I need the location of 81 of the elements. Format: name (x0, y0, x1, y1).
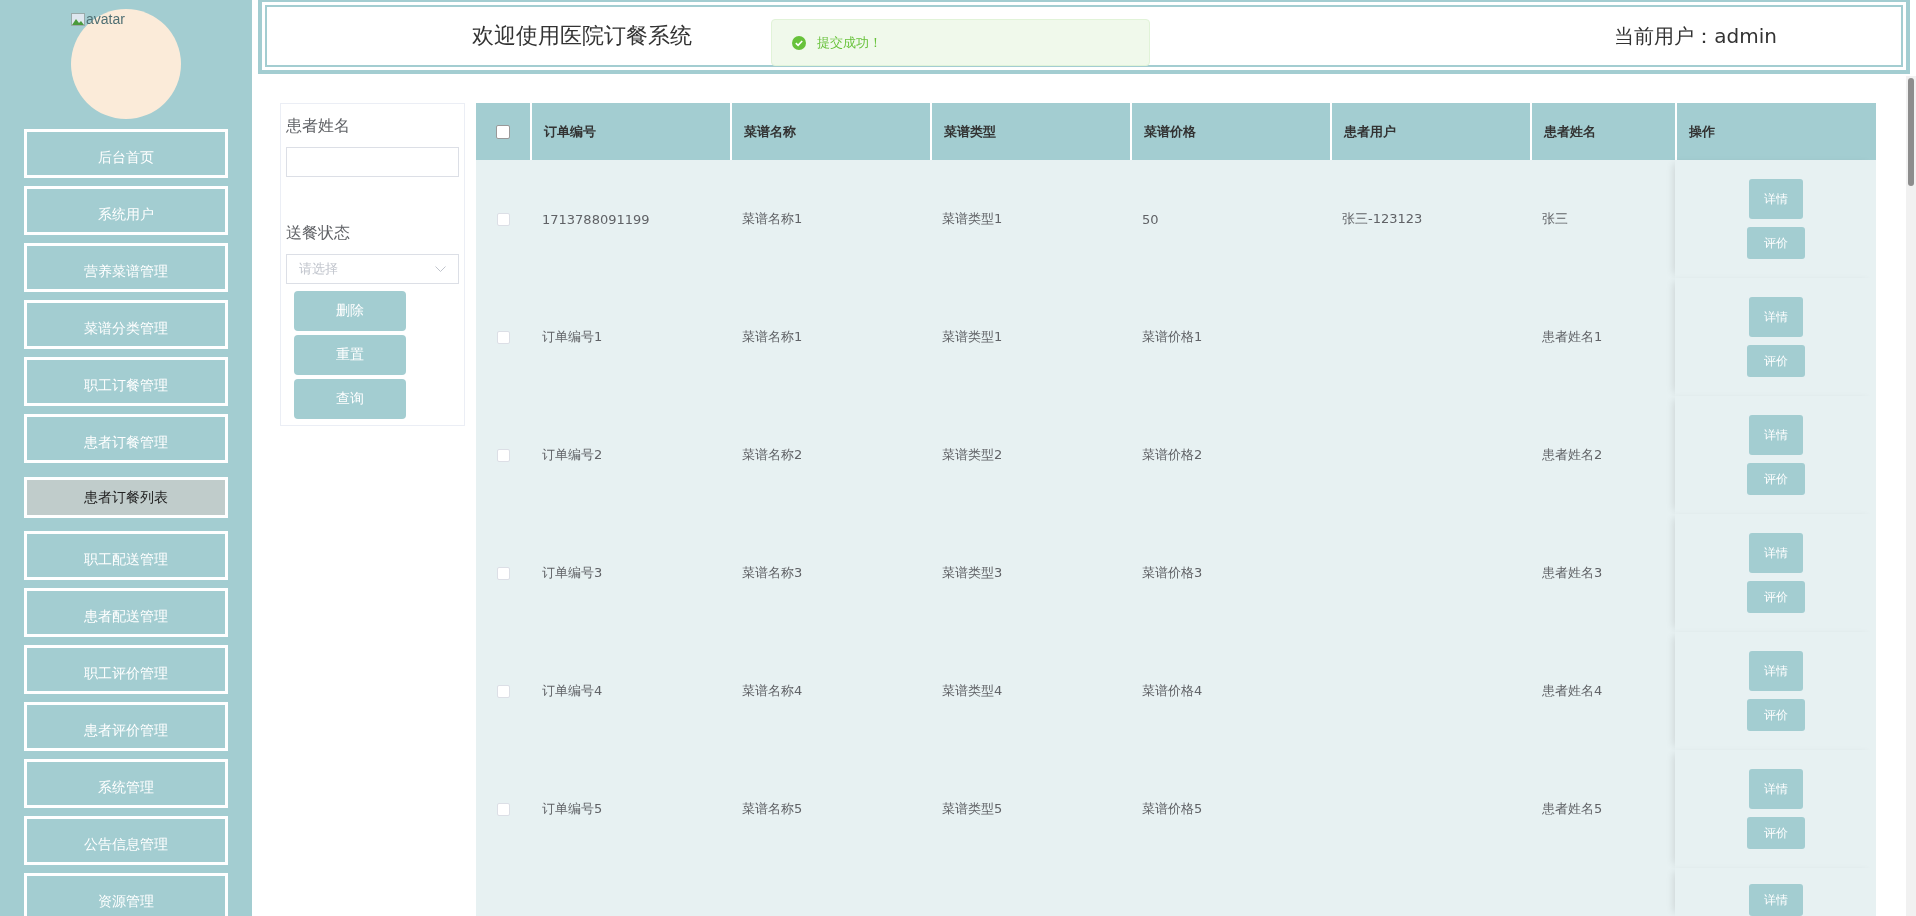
row-action-button[interactable]: 详情 (1748, 179, 1803, 219)
field-label: 送餐状态 (286, 223, 351, 244)
row-action-button[interactable]: 评价 (1746, 581, 1805, 613)
row-action-button[interactable]: 评价 (1746, 463, 1805, 495)
sidebar-item[interactable]: 患者订餐管理 (24, 414, 228, 463)
sidebar-item[interactable]: 患者配送管理 (24, 588, 228, 637)
table-cell-text: 菜谱名称3 (741, 564, 804, 582)
toast-message: 提交成功！ (817, 33, 882, 52)
table-cell-text: 订单编号4 (541, 682, 604, 700)
table-cell-text: 患者姓名4 (1541, 682, 1604, 700)
sidebar-item[interactable]: 患者订餐列表 (24, 477, 228, 518)
column-header: 订单编号 (530, 103, 730, 160)
row-action-button[interactable]: 评价 (1746, 699, 1805, 731)
table-cell-text: 张三 (1541, 210, 1569, 228)
table-cell-text: 张三-123123 (1341, 210, 1424, 228)
table-cell-text: 菜谱类型5 (941, 800, 1004, 818)
table-cell-text: 菜谱价格5 (1141, 800, 1204, 818)
chevron-down-icon (435, 266, 446, 272)
column-header: 菜谱类型 (930, 103, 1130, 160)
table-cell-text: 菜谱价格3 (1141, 564, 1204, 582)
text-input[interactable] (286, 147, 459, 177)
sidebar-item[interactable]: 资源管理 (24, 873, 228, 916)
scrollbar[interactable] (1906, 76, 1916, 916)
row-action-button[interactable]: 评价 (1746, 345, 1805, 377)
sidebar-item[interactable]: 后台首页 (24, 129, 228, 178)
table-cell-text: 1713788091199 (541, 210, 651, 229)
action-button[interactable]: 重置 (294, 335, 406, 375)
checkbox[interactable] (496, 124, 510, 139)
table-cell-text: 菜谱名称2 (741, 446, 804, 464)
column-header: 患者用户 (1330, 103, 1530, 160)
row-action-button[interactable]: 详情 (1748, 884, 1803, 916)
row-action-button[interactable]: 详情 (1748, 415, 1803, 455)
system-title: 欢迎使用医院订餐系统 (472, 22, 692, 50)
sidebar-item[interactable]: 公告信息管理 (24, 816, 228, 865)
broken-image-icon (71, 12, 85, 26)
table-cell-text: 菜谱价格1 (1141, 328, 1204, 346)
column-header: 患者姓名 (1530, 103, 1675, 160)
column-header: 操作 (1675, 103, 1876, 160)
check-circle-icon (792, 35, 806, 50)
table-cell-text: 菜谱名称1 (741, 328, 804, 346)
row-action-button[interactable]: 详情 (1748, 769, 1803, 809)
table-cell-text: 菜谱类型4 (941, 682, 1004, 700)
column-header: 菜谱价格 (1130, 103, 1330, 160)
current-user: 当前用户：admin (1614, 22, 1777, 50)
table-cell-text: 患者姓名5 (1541, 800, 1604, 818)
table-cell-text: 菜谱价格4 (1141, 682, 1204, 700)
row-action-button[interactable]: 详情 (1748, 297, 1803, 337)
table-cell-text: 患者姓名1 (1541, 328, 1604, 346)
row-action-button[interactable]: 评价 (1746, 227, 1805, 259)
avatar-alt-text: avatar (86, 11, 125, 27)
table-cell-text: 订单编号3 (541, 564, 604, 582)
table-cell-text: 订单编号5 (541, 800, 604, 818)
row-action-button[interactable]: 评价 (1746, 817, 1805, 849)
sidebar-item[interactable]: 职工订餐管理 (24, 357, 228, 406)
sidebar-item[interactable]: 系统管理 (24, 759, 228, 808)
table-cell-text: 50 (1141, 210, 1160, 229)
table-cell-text: 菜谱价格2 (1141, 446, 1204, 464)
table-cell-text: 菜谱类型2 (941, 446, 1004, 464)
sidebar-item[interactable]: 菜谱分类管理 (24, 300, 228, 349)
sidebar-item[interactable]: 患者评价管理 (24, 702, 228, 751)
table-cell-text: 菜谱名称1 (741, 210, 804, 228)
sidebar-item[interactable]: 职工评价管理 (24, 645, 228, 694)
table-cell-text: 订单编号2 (541, 446, 604, 464)
field-label: 患者姓名 (286, 116, 351, 137)
sidebar-item[interactable]: 营养菜谱管理 (24, 243, 228, 292)
table-cell-text: 订单编号1 (541, 328, 604, 346)
row-action-button[interactable]: 详情 (1748, 651, 1803, 691)
action-button[interactable]: 删除 (294, 291, 406, 331)
column-header: 菜谱名称 (730, 103, 930, 160)
row-action-button[interactable]: 详情 (1748, 533, 1803, 573)
table-cell-text: 菜谱类型1 (941, 210, 1004, 228)
table-cell-text: 菜谱类型1 (941, 328, 1004, 346)
table-cell-text: 患者姓名2 (1541, 446, 1604, 464)
action-button[interactable]: 查询 (294, 379, 406, 419)
select-field[interactable]: 请选择 (286, 254, 459, 284)
table-cell-text: 菜谱名称5 (741, 800, 804, 818)
table-cell-text: 患者姓名3 (1541, 564, 1604, 582)
table-cell-text: 菜谱类型3 (941, 564, 1004, 582)
sidebar-item[interactable]: 职工配送管理 (24, 531, 228, 580)
table-cell-text: 菜谱名称4 (741, 682, 804, 700)
sidebar-item[interactable]: 系统用户 (24, 186, 228, 235)
